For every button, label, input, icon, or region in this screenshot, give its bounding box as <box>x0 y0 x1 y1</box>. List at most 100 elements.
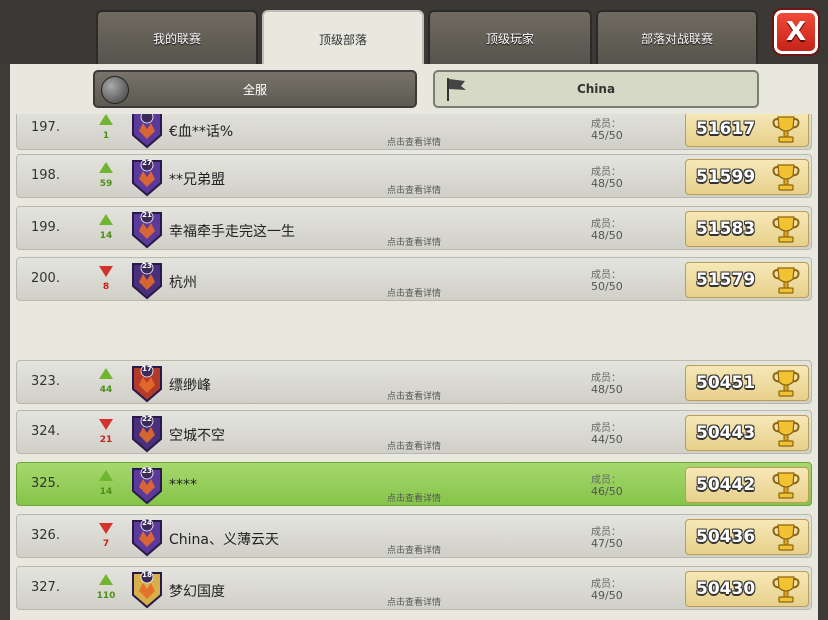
flag-icon <box>447 78 466 101</box>
members-count: 46/50 <box>591 485 623 498</box>
trophy-box: 50436 <box>685 519 809 555</box>
rank-change: 7 <box>102 539 110 549</box>
trophy-count: 51583 <box>696 219 756 239</box>
clan-row[interactable]: 198. 59 27 **兄弟盟 点击查看详情 成员： 48/50 51599 <box>16 154 812 198</box>
members-count: 48/50 <box>591 229 623 242</box>
arrow-down-icon <box>99 266 113 277</box>
rank: 197. <box>31 120 60 135</box>
trophy-icon <box>772 216 800 243</box>
clan-row[interactable]: 324. 21 22 空城不空 点击查看详情 成员： 44/50 50443 <box>16 410 812 454</box>
clan-row[interactable]: 199. 14 21 幸福牵手走完这一生 点击查看详情 成员： 48/50 51… <box>16 206 812 250</box>
arrow-up-icon <box>99 114 113 125</box>
detail-hint: 点击查看详情 <box>387 186 442 196</box>
detail-hint: 点击查看详情 <box>387 392 442 402</box>
tab-my-league[interactable]: 我的联赛 <box>96 10 258 64</box>
members-label: 成员： <box>591 167 621 178</box>
rank: 327. <box>31 580 60 595</box>
trophy-box: 51579 <box>685 262 809 298</box>
clan-level: 17 <box>142 365 152 373</box>
clan-name: 杭州 <box>169 275 197 291</box>
clan-level: 23 <box>142 262 152 270</box>
tab-clan-war-league[interactable]: 部落对战联赛 <box>596 10 758 64</box>
trophy-icon <box>772 116 800 143</box>
clan-name: China、义薄云天 <box>169 532 279 548</box>
rank-change: 110 <box>96 591 116 601</box>
rank: 325. <box>31 476 60 491</box>
rank-change: 59 <box>99 179 113 189</box>
global-tab[interactable]: 全服 <box>93 70 417 108</box>
clan-row[interactable]: 200. 8 23 杭州 点击查看详情 成员： 50/50 51579 <box>16 257 812 301</box>
arrow-up-icon <box>99 368 113 379</box>
clan-name: 空城不空 <box>169 428 225 444</box>
clan-name: 缥缈峰 <box>169 378 211 394</box>
rank-change: 8 <box>102 282 110 292</box>
detail-hint: 点击查看详情 <box>387 546 442 556</box>
members-label: 成员： <box>591 219 621 230</box>
trophy-box: 50443 <box>685 415 809 451</box>
clan-name: **兄弟盟 <box>169 172 225 188</box>
clan-level: 22 <box>142 415 152 423</box>
arrow-up-icon <box>99 574 113 585</box>
trophy-count: 50436 <box>696 527 756 547</box>
local-tab[interactable]: China <box>433 70 759 108</box>
leaderboard-panel: 全服 China 197. 1 €血**话% 点击查看详情 成员： 45/50 … <box>10 64 818 620</box>
members-count: 45/50 <box>591 129 623 142</box>
arrow-up-icon <box>99 470 113 481</box>
clan-list[interactable]: 197. 1 €血**话% 点击查看详情 成员： 45/50 51617 198… <box>10 114 818 620</box>
members-count: 48/50 <box>591 177 623 190</box>
clan-row[interactable]: 327. 110 18 梦幻国度 点击查看详情 成员： 49/50 50430 <box>16 566 812 610</box>
trophy-box: 50451 <box>685 365 809 401</box>
rank: 326. <box>31 528 60 543</box>
rank-change: 1 <box>102 131 110 141</box>
trophy-count: 50442 <box>696 475 756 495</box>
members-count: 50/50 <box>591 280 623 293</box>
region-switch: 全服 China <box>10 64 818 114</box>
members-label: 成员： <box>591 423 621 434</box>
close-icon: X <box>785 17 807 47</box>
clan-badge-icon <box>132 114 162 149</box>
trophy-count: 51599 <box>696 167 756 187</box>
clan-row[interactable]: 323. 44 17 缥缈峰 点击查看详情 成员： 48/50 50451 <box>16 360 812 404</box>
global-tab-label: 全服 <box>242 82 267 97</box>
trophy-icon <box>772 267 800 294</box>
arrow-up-icon <box>99 214 113 225</box>
clan-level: 23 <box>142 467 152 475</box>
clan-row[interactable]: 325. 14 23 **** 点击查看详情 成员： 46/50 50442 <box>16 462 812 506</box>
detail-hint: 点击查看详情 <box>387 494 442 504</box>
rank: 323. <box>31 374 60 389</box>
members-count: 48/50 <box>591 383 623 396</box>
members-label: 成员： <box>591 119 621 130</box>
rank: 198. <box>31 168 60 183</box>
arrow-down-icon <box>99 419 113 430</box>
detail-hint: 点击查看详情 <box>387 138 442 148</box>
clan-level: 18 <box>142 571 152 579</box>
clan-name: 梦幻国度 <box>169 584 225 600</box>
clan-row[interactable]: 326. 7 24 China、义薄云天 点击查看详情 成员： 47/50 50… <box>16 514 812 558</box>
tab-top-players[interactable]: 顶级玩家 <box>428 10 592 64</box>
trophy-box: 51599 <box>685 159 809 195</box>
trophy-icon <box>772 524 800 551</box>
arrow-up-icon <box>99 162 113 173</box>
rank: 200. <box>31 271 60 286</box>
detail-hint: 点击查看详情 <box>387 238 442 248</box>
trophy-count: 50430 <box>696 579 756 599</box>
detail-hint: 点击查看详情 <box>387 289 442 299</box>
trophy-icon <box>772 370 800 397</box>
trophy-box: 51583 <box>685 211 809 247</box>
rank: 324. <box>31 424 60 439</box>
clan-row[interactable]: 197. 1 €血**话% 点击查看详情 成员： 45/50 51617 <box>16 114 812 150</box>
clan-level: 21 <box>142 211 152 219</box>
trophy-icon <box>772 472 800 499</box>
clan-level: 24 <box>142 519 152 527</box>
members-count: 44/50 <box>591 433 623 446</box>
trophy-icon <box>772 420 800 447</box>
clan-name: 幸福牵手走完这一生 <box>169 224 295 240</box>
trophy-icon <box>772 164 800 191</box>
close-button[interactable]: X <box>774 10 818 54</box>
local-tab-label: China <box>576 82 616 96</box>
members-count: 47/50 <box>591 537 623 550</box>
rank-change: 14 <box>99 231 113 241</box>
clan-name: **** <box>169 477 197 493</box>
top-tab-bar: 我的联赛 顶级部落 顶级玩家 部落对战联赛 X <box>0 0 828 66</box>
tab-top-clans[interactable]: 顶级部落 <box>262 10 424 66</box>
